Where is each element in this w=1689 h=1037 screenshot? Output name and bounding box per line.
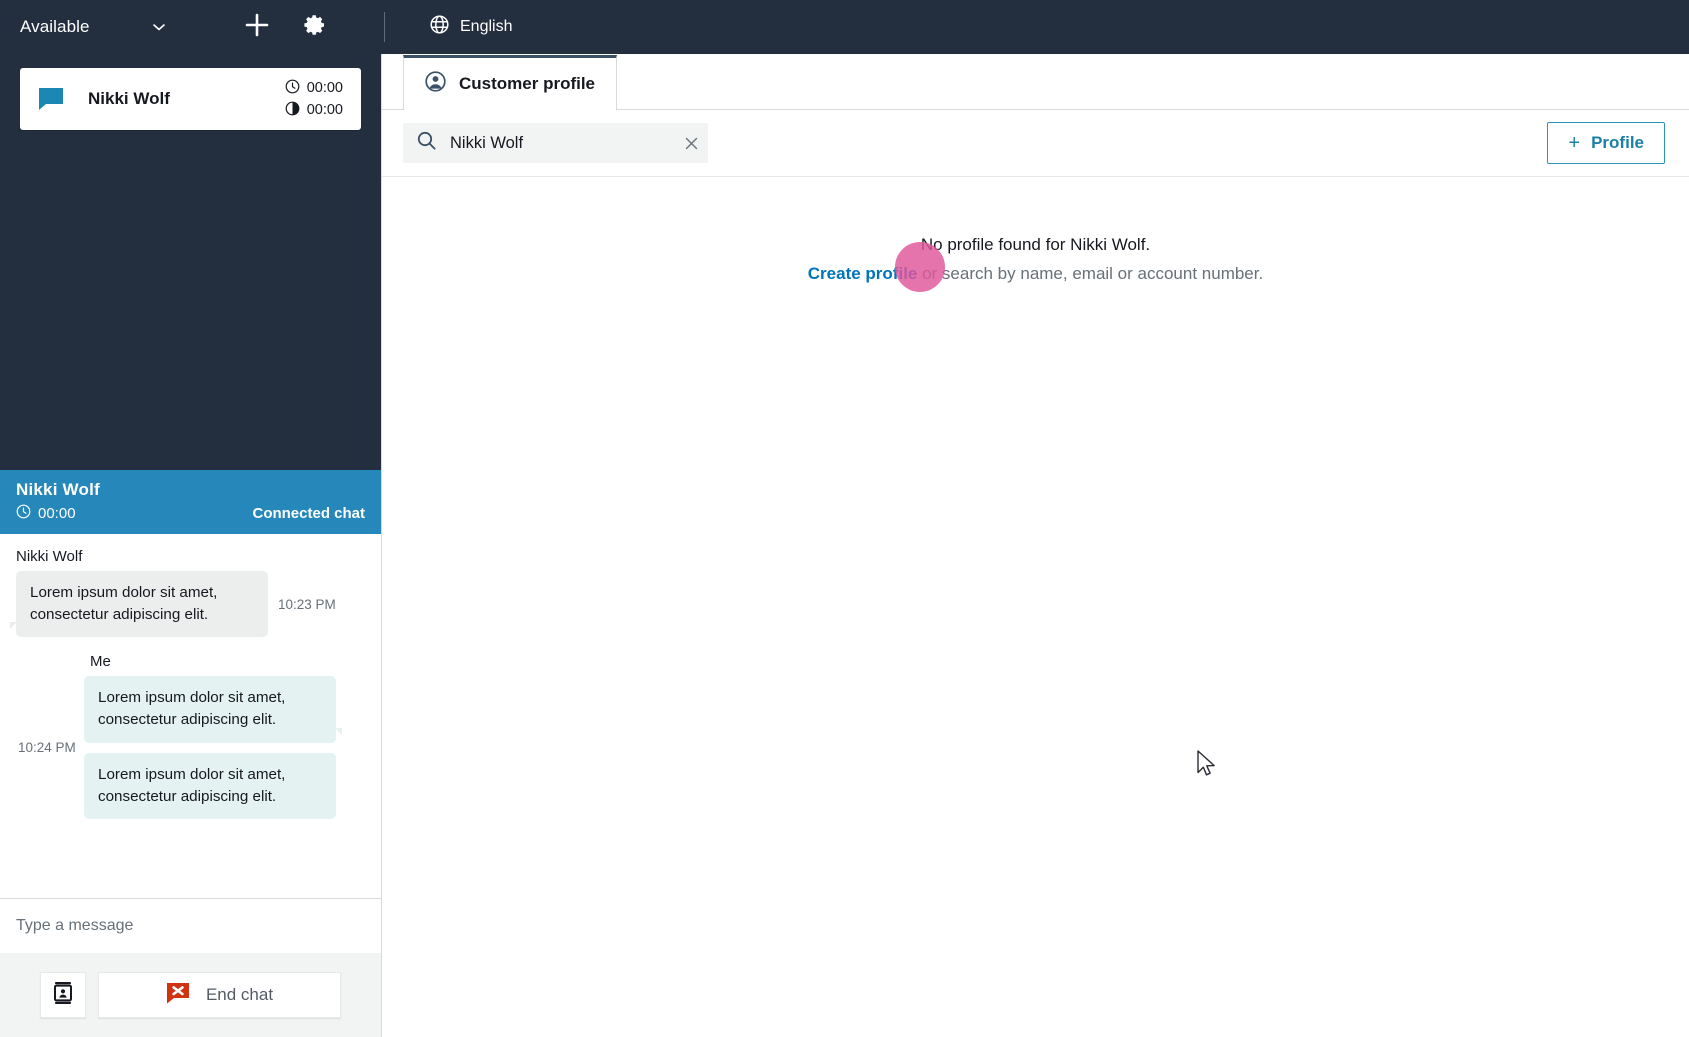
message-timestamp: 10:24 PM (18, 740, 76, 756)
add-connection-button[interactable] (240, 10, 274, 44)
quick-connects-button[interactable] (40, 972, 86, 1018)
create-profile-link[interactable]: Create profile (808, 264, 918, 283)
tab-customer-profile[interactable]: Customer profile (403, 55, 618, 110)
connected-contact-bar: Nikki Wolf 00:00 Connected chat (0, 470, 381, 534)
message-bubble: Lorem ipsum dolor sit amet, consectetur … (84, 676, 342, 743)
half-clock-icon (285, 101, 300, 120)
message-bubble: Lorem ipsum dolor sit amet, consectetur … (10, 571, 268, 638)
message-timestamp: 10:23 PM (278, 596, 336, 612)
connected-timer-value: 00:00 (38, 505, 76, 522)
plus-icon (244, 12, 270, 43)
end-chat-button[interactable]: End chat (98, 972, 341, 1018)
add-profile-label: Profile (1591, 133, 1644, 152)
end-chat-label: End chat (205, 985, 274, 1004)
chevron-down-icon (152, 20, 166, 34)
message-composer (0, 898, 381, 953)
settings-button[interactable] (298, 10, 332, 44)
message-row: Lorem ipsum dolor sit amet, consectetur … (10, 571, 369, 638)
outgoing-bubbles: Lorem ipsum dolor sit amet, consectetur … (84, 676, 342, 820)
tab-strip: Customer profile (382, 54, 1689, 110)
search-icon (417, 131, 436, 155)
top-bar: Available English (0, 0, 1689, 54)
contact-card[interactable]: Nikki Wolf 00:00 00:00 (20, 68, 361, 130)
profile-search-row: + Profile (382, 110, 1689, 177)
profile-search-box[interactable] (403, 123, 708, 163)
language-label: English (460, 18, 513, 35)
chat-transcript[interactable]: Nikki Wolf Lorem ipsum dolor sit amet, c… (0, 534, 381, 898)
empty-state-heading: No profile found for Nikki Wolf. (920, 235, 1151, 254)
message-author: Me (90, 653, 111, 671)
tab-label: Customer profile (459, 74, 596, 93)
contact-timer-row: 00:00 (285, 101, 343, 120)
chat-bubble-icon (38, 85, 66, 113)
person-icon (425, 71, 446, 97)
top-bar-actions: English (240, 10, 512, 44)
globe-icon (429, 14, 450, 40)
end-chat-icon (166, 982, 190, 1009)
connected-state-label: Connected chat (252, 505, 365, 522)
connected-timer: 00:00 (16, 504, 76, 523)
gear-icon (303, 13, 327, 42)
message-group-outgoing: Me 10:24 PM Lorem ipsum dolor sit amet, … (12, 653, 369, 820)
contact-card-name: Nikki Wolf (88, 89, 170, 108)
agent-status-dropdown[interactable]: Available (0, 0, 180, 54)
contact-timer-row: 00:00 (285, 79, 343, 98)
app-root: Available English Nikki Wolf 00:00 00:00… (0, 0, 1689, 1037)
no-profile-empty-state: No profile found for Nikki Wolf. Create … (382, 177, 1689, 284)
agent-status-label: Available (20, 17, 90, 36)
language-selector[interactable]: English (429, 14, 512, 40)
message-bubble: Lorem ipsum dolor sit amet, consectetur … (84, 752, 336, 820)
clock-icon (16, 504, 31, 523)
profile-search-input[interactable] (450, 133, 670, 153)
plus-icon: + (1568, 132, 1581, 154)
contact-control-panel: Nikki Wolf 00:00 00:00 Nikki Wolf 00:00 … (0, 54, 382, 1037)
contact-card-timers: 00:00 00:00 (285, 79, 343, 120)
message-author: Nikki Wolf (16, 548, 83, 565)
ccp-contact-list: Nikki Wolf 00:00 00:00 (0, 54, 381, 470)
empty-state-subtext-rest: or search by name, email or account numb… (917, 264, 1264, 283)
connected-contact-name: Nikki Wolf (16, 480, 100, 499)
message-row: 10:24 PM Lorem ipsum dolor sit amet, con… (12, 676, 369, 820)
add-profile-button[interactable]: + Profile (1547, 122, 1665, 164)
close-icon[interactable] (684, 136, 699, 151)
clock-icon (285, 79, 300, 98)
contact-timer-value: 00:00 (306, 80, 343, 96)
customer-profile-pane: Customer profile + Prof (382, 54, 1689, 1037)
message-input[interactable] (16, 917, 365, 935)
contact-timer-value: 00:00 (306, 102, 343, 118)
connected-contact-sub: 00:00 Connected chat (16, 504, 365, 523)
empty-state-subtext: Create profile or search by name, email … (382, 264, 1689, 284)
chat-action-bar: End chat (0, 953, 381, 1037)
message-group-incoming: Nikki Wolf Lorem ipsum dolor sit amet, c… (10, 548, 369, 638)
contact-card-icon (53, 981, 73, 1009)
top-bar-divider (384, 12, 385, 42)
